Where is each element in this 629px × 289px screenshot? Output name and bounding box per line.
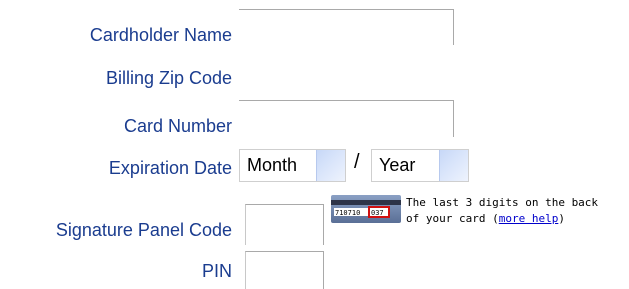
signature-hint-suffix: ) — [558, 212, 565, 225]
signature-hint-prefix: of your card ( — [406, 212, 499, 225]
signature-panel-code-label: Signature Panel Code — [55, 220, 232, 240]
month-selected-value: Month — [247, 155, 298, 175]
year-selected-value: Year — [379, 155, 416, 175]
card-back-icon: 710710 037 — [331, 195, 401, 223]
card-digits: 710710 — [335, 209, 360, 217]
more-help-link[interactable]: more help — [499, 212, 559, 225]
card-number-label: Card Number — [123, 116, 232, 136]
signature-panel-code-input[interactable] — [245, 204, 324, 245]
signature-hint-line1: The last 3 digits on the back — [406, 196, 599, 209]
chevron-down-icon[interactable] — [316, 150, 345, 181]
pin-input[interactable] — [245, 251, 324, 289]
billing-zip-input[interactable] — [239, 100, 454, 137]
date-separator: / — [354, 151, 360, 173]
expiration-date-label: Expiration Date — [108, 158, 232, 178]
cardholder-name-input[interactable] — [239, 9, 454, 45]
card-cvv: 037 — [371, 209, 384, 217]
pin-label: PIN — [201, 261, 232, 281]
signature-hint-line2: of your card (more help) — [406, 211, 598, 227]
cardholder-name-label: Cardholder Name — [89, 25, 232, 45]
chevron-down-icon[interactable] — [439, 150, 468, 181]
expiration-month-select[interactable]: Month — [239, 149, 346, 182]
signature-hint: The last 3 digits on the back of your ca… — [406, 195, 598, 227]
expiration-year-select[interactable]: Year — [371, 149, 469, 182]
billing-zip-label: Billing Zip Code — [105, 68, 232, 88]
